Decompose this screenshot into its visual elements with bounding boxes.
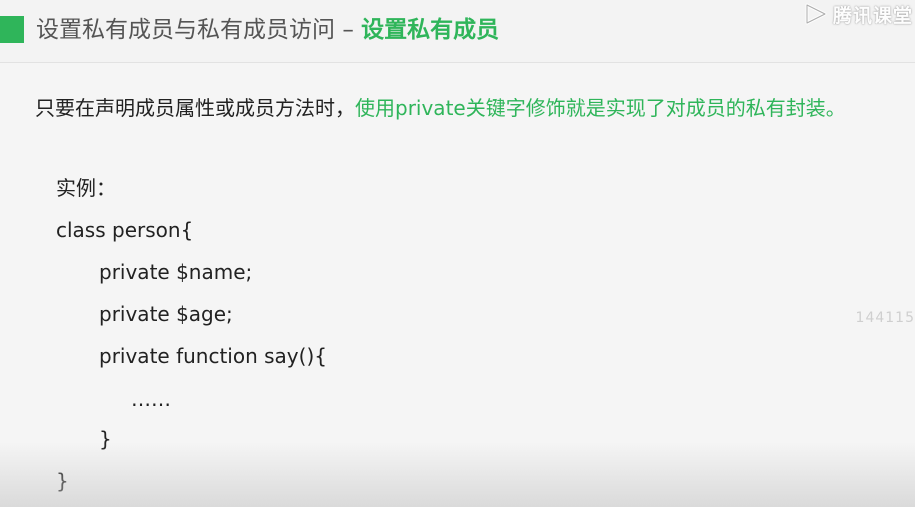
title-dash: – bbox=[342, 17, 354, 43]
play-logo-icon bbox=[803, 3, 829, 25]
example-label: 实例： bbox=[56, 176, 116, 200]
slide-header: 设置私有成员与私有成员访问 – 设置私有成员 bbox=[0, 0, 915, 63]
slide-title: 设置私有成员与私有成员访问 – 设置私有成员 bbox=[36, 14, 499, 46]
watermark-text: 腾讯课堂 bbox=[832, 4, 913, 27]
code-line-name: private $name; bbox=[99, 260, 253, 284]
code-line-age: private $age; bbox=[99, 302, 233, 326]
intro-highlight: 使用private关键字修饰就是实现了对成员的私有封装。 bbox=[355, 96, 846, 120]
slide: 设置私有成员与私有成员访问 – 设置私有成员 腾讯课堂 只要在声明成员属性或成员… bbox=[0, 0, 915, 507]
title-prefix: 设置私有成员与私有成员访问 bbox=[36, 17, 335, 43]
watermark: 腾讯课堂 bbox=[803, 0, 913, 28]
code-line-class: class person{ bbox=[56, 218, 194, 242]
side-number: 144115 bbox=[855, 310, 915, 326]
bottom-fade bbox=[0, 442, 915, 507]
code-line-class-close: } bbox=[56, 469, 69, 493]
code-line-ellipsis: …… bbox=[131, 387, 171, 411]
intro-paragraph: 只要在声明成员属性或成员方法时，使用private关键字修饰就是实现了对成员的私… bbox=[35, 88, 895, 128]
code-line-function-close: } bbox=[99, 427, 112, 451]
header-marker bbox=[0, 16, 24, 43]
code-line-function: private function say(){ bbox=[99, 344, 327, 368]
title-highlight: 设置私有成员 bbox=[361, 17, 500, 43]
intro-plain: 只要在声明成员属性或成员方法时， bbox=[35, 96, 355, 120]
